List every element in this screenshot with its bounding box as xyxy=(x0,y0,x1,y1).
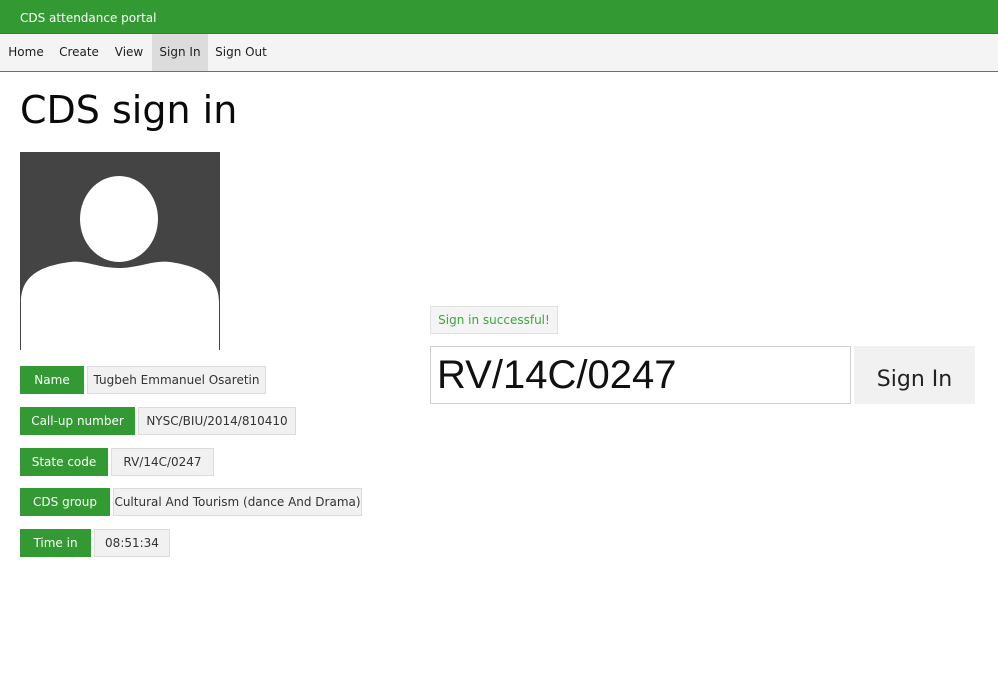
nav-bar: Home Create View Sign In Sign Out xyxy=(0,34,998,72)
name-label: Name xyxy=(20,366,84,394)
status-message: Sign in successful! xyxy=(430,306,558,334)
nav-item-sign-in[interactable]: Sign In xyxy=(152,34,208,71)
time-in-value: 08:51:34 xyxy=(94,529,170,557)
cds-group-value: Cultural And Tourism (dance And Drama) xyxy=(113,488,362,516)
time-in-label: Time in xyxy=(20,529,91,557)
user-silhouette-icon xyxy=(20,152,220,350)
name-value: Tugbeh Emmanuel Osaretin xyxy=(87,366,266,394)
sign-in-button[interactable]: Sign In xyxy=(854,346,975,404)
avatar xyxy=(20,152,220,350)
nav-item-sign-out[interactable]: Sign Out xyxy=(208,34,274,71)
nav-item-view[interactable]: View xyxy=(106,34,152,71)
state-code-input[interactable] xyxy=(430,346,851,404)
callup-value: NYSC/BIU/2014/810410 xyxy=(138,407,296,435)
cds-group-label: CDS group xyxy=(20,488,110,516)
state-code-value: RV/14C/0247 xyxy=(111,448,214,476)
app-title-bar: CDS attendance portal xyxy=(0,0,998,34)
nav-item-create[interactable]: Create xyxy=(52,34,106,71)
app-title: CDS attendance portal xyxy=(20,11,157,25)
state-code-label: State code xyxy=(20,448,108,476)
nav-item-home[interactable]: Home xyxy=(0,34,52,71)
page-title: CDS sign in xyxy=(20,88,238,132)
callup-label: Call-up number xyxy=(20,407,135,435)
